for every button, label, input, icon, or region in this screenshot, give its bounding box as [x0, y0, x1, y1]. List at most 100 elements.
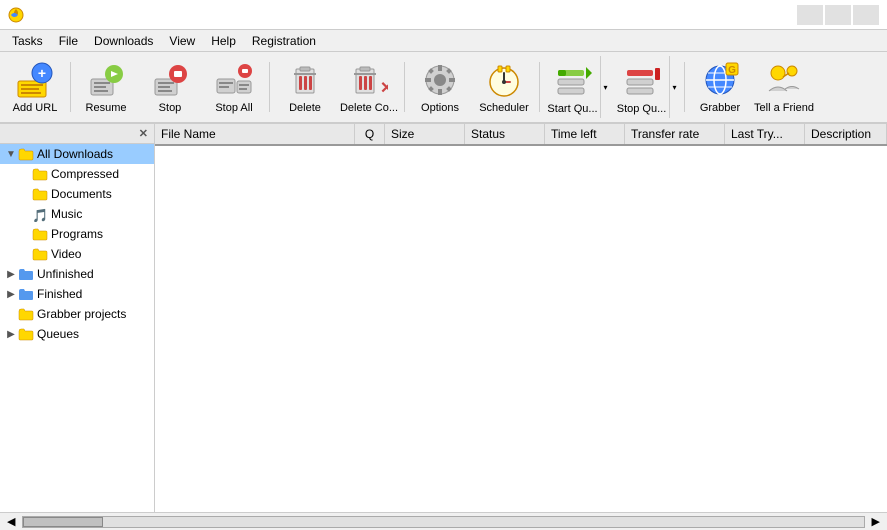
- programs-icon: [32, 226, 48, 242]
- minimize-button[interactable]: [797, 5, 823, 25]
- toolbar-btn-options[interactable]: Options: [409, 55, 471, 119]
- col-header-lasttry[interactable]: Last Try...: [725, 124, 805, 144]
- start-qu-label: Start Qu...: [547, 103, 597, 115]
- queues-icon: [18, 326, 34, 342]
- toolbar-btn-add-url[interactable]: + Add URL: [4, 55, 66, 119]
- all-downloads-icon: [18, 146, 34, 162]
- file-list: File NameQSizeStatusTime leftTransfer ra…: [155, 124, 887, 512]
- options-icon: [420, 60, 460, 100]
- sidebar-close-button[interactable]: ✕: [139, 127, 148, 140]
- toolbar-btn-tell-a-friend[interactable]: Tell a Friend: [753, 55, 815, 119]
- sidebar-tree: ▼ All Downloads Compressed Documents🎵Mus…: [0, 144, 154, 344]
- sidebar-item-programs[interactable]: Programs: [0, 224, 154, 244]
- sidebar-item-grabber-projects[interactable]: Grabber projects: [0, 304, 154, 324]
- grabber-projects-label: Grabber projects: [37, 307, 126, 321]
- maximize-button[interactable]: [825, 5, 851, 25]
- music-label: Music: [51, 207, 82, 221]
- menu-item-downloads[interactable]: Downloads: [86, 32, 161, 50]
- toolbar-btn-grabber[interactable]: G Grabber: [689, 55, 751, 119]
- options-label: Options: [421, 102, 459, 114]
- grabber-projects-toggle: [4, 307, 18, 321]
- add-url-label: Add URL: [13, 102, 58, 114]
- compressed-label: Compressed: [51, 167, 119, 181]
- menu-item-file[interactable]: File: [51, 32, 86, 50]
- documents-label: Documents: [51, 187, 112, 201]
- svg-text:G: G: [728, 65, 736, 76]
- toolbar-btn-delete-co[interactable]: ✕ Delete Co...: [338, 55, 400, 119]
- main-area: ✕ ▼ All Downloads Compressed Documents🎵M…: [0, 124, 887, 512]
- close-button[interactable]: [853, 5, 879, 25]
- stop-qu-arrow[interactable]: ▾: [669, 56, 679, 118]
- col-header-size[interactable]: Size: [385, 124, 465, 144]
- sidebar-item-documents[interactable]: Documents: [0, 184, 154, 204]
- toolbar-btn-resume[interactable]: Resume: [75, 55, 137, 119]
- all-downloads-label: All Downloads: [37, 147, 113, 161]
- sidebar-item-all-downloads[interactable]: ▼ All Downloads: [0, 144, 154, 164]
- scroll-left-button[interactable]: ◀: [4, 515, 18, 528]
- toolbar: + Add URL Resume Stop Stop All Delete: [0, 52, 887, 124]
- col-header-q[interactable]: Q: [355, 124, 385, 144]
- grabber-projects-icon: [18, 306, 34, 322]
- toolbar-btn-stop-qu[interactable]: Stop Qu...▾: [613, 55, 680, 119]
- toolbar-btn-scheduler[interactable]: Scheduler: [473, 55, 535, 119]
- grabber-label: Grabber: [700, 102, 740, 114]
- toolbar-btn-stop[interactable]: Stop: [139, 55, 201, 119]
- col-header-status[interactable]: Status: [465, 124, 545, 144]
- queues-toggle[interactable]: ▶: [4, 327, 18, 341]
- delete-label: Delete: [289, 102, 321, 114]
- horizontal-scrollbar[interactable]: [22, 516, 864, 528]
- sidebar-item-queues[interactable]: ▶ Queues: [0, 324, 154, 344]
- menu-item-view[interactable]: View: [161, 32, 203, 50]
- add-url-icon: +: [15, 60, 55, 100]
- title-bar: [0, 0, 887, 30]
- menu-item-help[interactable]: Help: [203, 32, 244, 50]
- all-downloads-toggle[interactable]: ▼: [4, 147, 18, 161]
- queues-label: Queues: [37, 327, 79, 341]
- menu-item-tasks[interactable]: Tasks: [4, 32, 51, 50]
- toolbar-separator-6: [404, 62, 405, 112]
- scheduler-icon: [484, 60, 524, 100]
- unfinished-toggle[interactable]: ▶: [4, 267, 18, 281]
- app-icon: [8, 7, 24, 23]
- stop-qu-icon: [622, 61, 662, 101]
- programs-toggle: [18, 227, 32, 241]
- sidebar-item-unfinished[interactable]: ▶ Unfinished: [0, 264, 154, 284]
- grabber-icon: G: [700, 60, 740, 100]
- col-header-transfer[interactable]: Transfer rate: [625, 124, 725, 144]
- compressed-toggle: [18, 167, 32, 181]
- svg-text:✕: ✕: [380, 80, 388, 97]
- tell-a-friend-label: Tell a Friend: [754, 102, 814, 114]
- start-qu-arrow[interactable]: ▾: [600, 56, 610, 118]
- col-header-timeleft[interactable]: Time left: [545, 124, 625, 144]
- sidebar-item-finished[interactable]: ▶ Finished: [0, 284, 154, 304]
- sidebar-item-video[interactable]: Video: [0, 244, 154, 264]
- toolbar-btn-delete[interactable]: Delete: [274, 55, 336, 119]
- stop-all-label: Stop All: [215, 102, 252, 114]
- col-header-description[interactable]: Description: [805, 124, 887, 144]
- svg-text:🎵: 🎵: [32, 208, 48, 222]
- window-controls: [797, 5, 879, 25]
- toolbar-btn-start-qu[interactable]: Start Qu...▾: [544, 55, 611, 119]
- toolbar-separator-4: [269, 62, 270, 112]
- compressed-icon: [32, 166, 48, 182]
- scroll-right-button[interactable]: ▶: [869, 515, 883, 528]
- status-bar: ◀ ▶: [0, 512, 887, 530]
- delete-co-label: Delete Co...: [340, 102, 398, 114]
- menu-item-registration[interactable]: Registration: [244, 32, 324, 50]
- scrollbar-thumb: [23, 517, 103, 527]
- stop-icon: [150, 60, 190, 100]
- sidebar-item-compressed[interactable]: Compressed: [0, 164, 154, 184]
- toolbar-btn-stop-all[interactable]: Stop All: [203, 55, 265, 119]
- finished-toggle[interactable]: ▶: [4, 287, 18, 301]
- delete-co-icon: ✕: [349, 60, 389, 100]
- col-header-filename[interactable]: File Name: [155, 124, 355, 144]
- stop-label: Stop: [159, 102, 182, 114]
- menu-bar: TasksFileDownloadsViewHelpRegistration: [0, 30, 887, 52]
- file-list-header: File NameQSizeStatusTime leftTransfer ra…: [155, 124, 887, 146]
- tell-a-friend-icon: [764, 60, 804, 100]
- sidebar-item-music[interactable]: 🎵Music: [0, 204, 154, 224]
- music-toggle: [18, 207, 32, 221]
- unfinished-icon: [18, 266, 34, 282]
- delete-icon: [285, 60, 325, 100]
- toolbar-separator-10: [684, 62, 685, 112]
